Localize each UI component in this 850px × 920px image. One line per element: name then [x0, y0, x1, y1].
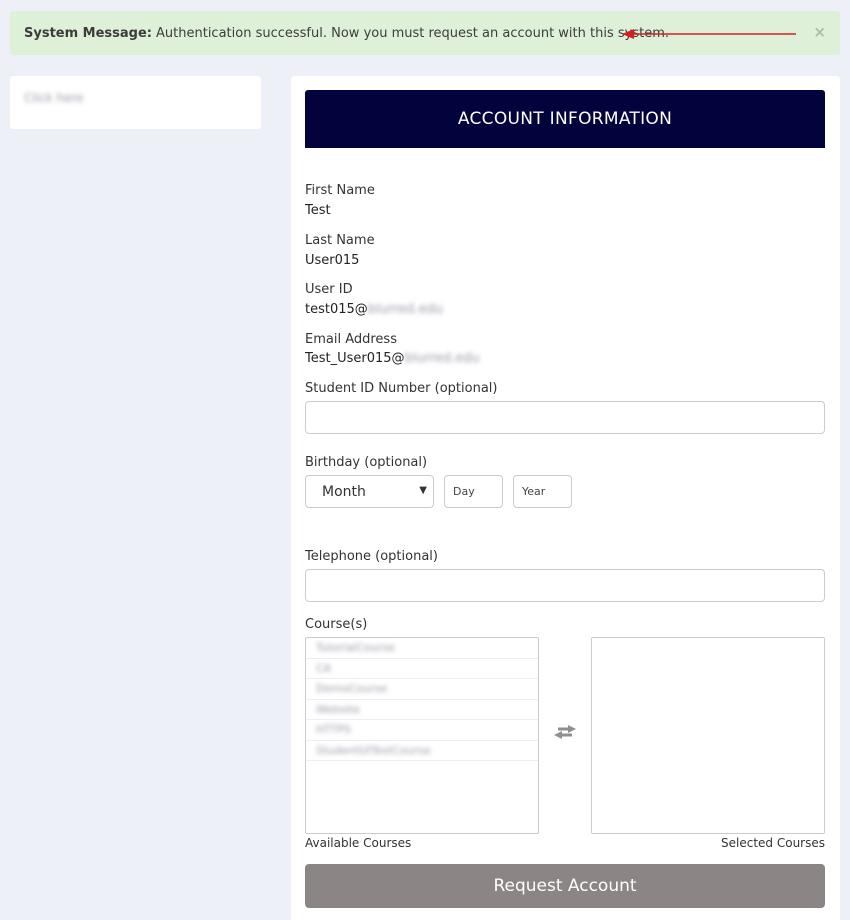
last-name-value: User015: [305, 253, 360, 268]
user-id-label: User ID: [305, 282, 353, 297]
list-item[interactable]: DemoCourse: [306, 679, 538, 700]
form-header: ACCOUNT INFORMATION: [305, 90, 825, 148]
courses-label: Course(s): [305, 617, 368, 632]
student-id-input[interactable]: [305, 401, 825, 434]
email-value: Test_User015@blurred.edu: [305, 351, 480, 366]
available-courses-list[interactable]: TutorialCourse CA DemoCourse Website HTT…: [305, 637, 539, 834]
course-name: CA: [316, 661, 332, 675]
close-icon[interactable]: ×: [813, 23, 826, 41]
sidebar-link[interactable]: Click here: [24, 91, 83, 105]
telephone-input[interactable]: [305, 569, 825, 602]
alert-message: Authentication successful. Now you must …: [156, 25, 669, 41]
annotation-arrow-icon: [622, 29, 796, 39]
request-account-button[interactable]: Request Account: [305, 864, 825, 908]
course-name: StudentUITestCourse: [316, 743, 431, 757]
birthday-label: Birthday (optional): [305, 455, 428, 470]
account-form-panel: ACCOUNT INFORMATION First Name Test Last…: [291, 76, 840, 920]
list-item[interactable]: TutorialCourse: [306, 638, 538, 659]
user-id-redacted: blurred.edu: [367, 302, 443, 317]
last-name-label: Last Name: [305, 233, 375, 248]
birthday-day-input[interactable]: [444, 475, 503, 508]
course-name: Website: [316, 702, 360, 716]
list-item[interactable]: HTTPS: [306, 720, 538, 741]
course-name: DemoCourse: [316, 682, 388, 695]
user-id-value: test015@blurred.edu: [305, 302, 443, 317]
course-name: HTTPS: [316, 723, 352, 736]
list-item[interactable]: CA: [306, 659, 538, 679]
selected-courses-list[interactable]: [591, 637, 825, 834]
email-redacted: blurred.edu: [404, 351, 480, 366]
email-text: Test_User015@: [305, 351, 405, 366]
birthday-year-input[interactable]: [513, 475, 572, 508]
birthday-month-select[interactable]: Month ▼: [305, 475, 434, 508]
month-select-value: Month: [322, 484, 366, 500]
available-courses-caption: Available Courses: [305, 836, 412, 850]
email-label: Email Address: [305, 332, 397, 347]
first-name-label: First Name: [305, 183, 375, 198]
user-id-text: test015@: [305, 302, 368, 317]
swap-arrows-icon[interactable]: [554, 724, 576, 740]
sidebar-panel: Click here: [10, 76, 261, 129]
list-item[interactable]: StudentUITestCourse: [306, 741, 538, 761]
telephone-label: Telephone (optional): [305, 549, 438, 564]
selected-courses-caption: Selected Courses: [721, 836, 825, 850]
course-name: TutorialCourse: [316, 641, 395, 654]
first-name-value: Test: [305, 203, 331, 218]
alert-prefix: System Message:: [24, 25, 153, 41]
caret-down-icon: ▼: [419, 485, 427, 496]
student-id-label: Student ID Number (optional): [305, 381, 498, 396]
list-item[interactable]: Website: [306, 700, 538, 720]
